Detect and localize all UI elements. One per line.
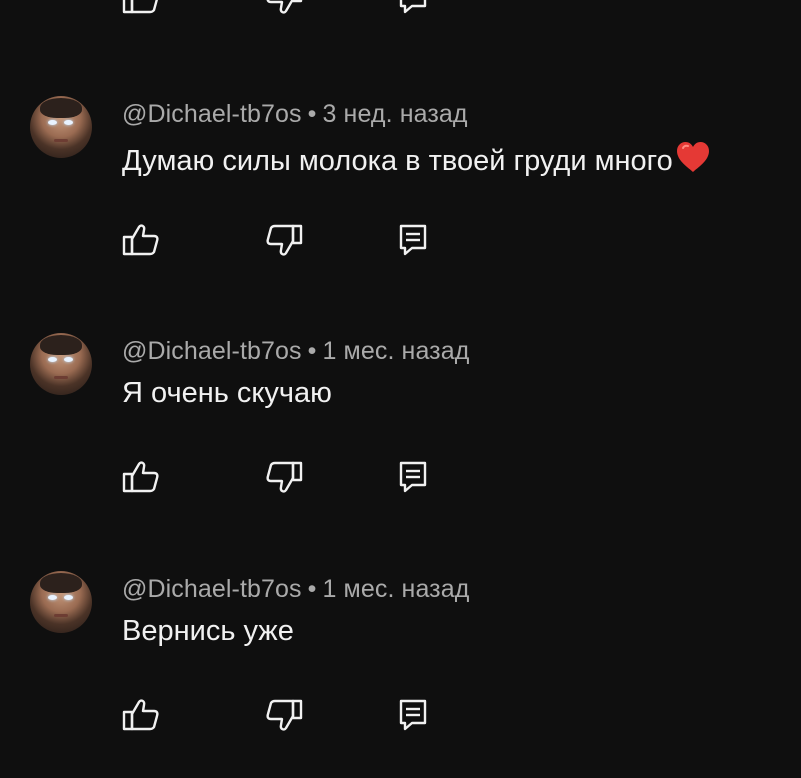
comment-text: Думаю силы молока в твоей груди много — [122, 140, 711, 178]
avatar-hair — [40, 573, 82, 593]
avatar-eye — [48, 595, 57, 600]
comment-time: 1 мес. назад — [322, 575, 470, 603]
comment-item: @Dichael-tb7os • 1 мес. назад Я очень скуч… — [0, 333, 801, 503]
thumb-up-icon — [122, 461, 159, 493]
meta-separator: • — [307, 337, 317, 365]
dislike-button[interactable] — [265, 459, 305, 495]
avatar-eye — [64, 595, 73, 600]
avatar-mouth — [54, 614, 68, 617]
reply-button[interactable] — [398, 459, 438, 495]
avatar-eye — [48, 120, 57, 125]
comment-text-body: Думаю силы молока в твоей груди много — [122, 145, 673, 177]
comment-meta: @Dichael-tb7os • 1 мес. назад — [122, 337, 469, 366]
comment-author[interactable]: @Dichael-tb7os — [122, 337, 302, 365]
like-button[interactable] — [122, 222, 162, 258]
comment-author[interactable]: @Dichael-tb7os — [122, 100, 302, 128]
thumb-up-icon — [122, 699, 159, 731]
avatar[interactable] — [30, 96, 92, 158]
avatar[interactable] — [30, 333, 92, 395]
like-button[interactable] — [122, 697, 162, 733]
comment-time: 1 мес. назад — [322, 337, 470, 365]
comment-meta: @Dichael-tb7os • 3 нед. назад — [122, 100, 468, 129]
meta-separator: • — [307, 575, 317, 603]
comment-meta: @Dichael-tb7os • 1 мес. назад — [122, 575, 469, 604]
comment-text-body: Я очень скучаю — [122, 377, 332, 409]
comment-author[interactable]: @Dichael-tb7os — [122, 575, 302, 603]
avatar-hair — [40, 335, 82, 355]
avatar-eye — [64, 357, 73, 362]
comment-text: Вернись уже — [122, 615, 294, 648]
comment-text-body: Вернись уже — [122, 615, 294, 647]
dislike-button[interactable] — [265, 697, 305, 733]
dislike-button[interactable] — [265, 0, 305, 16]
thumb-down-icon — [266, 461, 303, 493]
avatar-eye — [64, 120, 73, 125]
reply-icon — [399, 699, 427, 731]
reply-button[interactable] — [398, 0, 438, 16]
avatar-eye — [48, 357, 57, 362]
reply-button[interactable] — [398, 697, 438, 733]
reply-icon — [399, 461, 427, 493]
comment-time: 3 нед. назад — [322, 100, 468, 128]
comment-text: Я очень скучаю — [122, 377, 332, 410]
like-button[interactable] — [122, 459, 162, 495]
dislike-button[interactable] — [265, 222, 305, 258]
avatar-mouth — [54, 139, 68, 142]
thumb-down-icon — [266, 224, 303, 256]
like-button[interactable] — [122, 0, 162, 16]
thumb-down-icon — [266, 699, 303, 731]
avatar-hair — [40, 98, 82, 118]
heart-emoji-icon — [676, 142, 709, 172]
comment-item: @Dichael-tb7os • 3 нед. назад Думаю силы м… — [0, 96, 801, 266]
reply-icon — [399, 224, 427, 256]
thumb-up-icon — [122, 0, 158, 14]
avatar-mouth — [54, 376, 68, 379]
reply-button[interactable] — [398, 222, 438, 258]
avatar[interactable] — [30, 571, 92, 633]
thumb-down-icon — [266, 0, 303, 14]
meta-separator: • — [307, 100, 317, 128]
comment-item: @Dichael-tb7os • 1 мес. назад Вернись уже — [0, 571, 801, 741]
thumb-up-icon — [122, 224, 159, 256]
reply-icon — [399, 0, 427, 14]
